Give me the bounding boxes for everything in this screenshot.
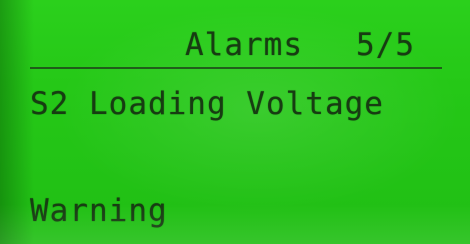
- header-divider: [30, 67, 442, 69]
- page-indicator: 5/5: [356, 27, 415, 63]
- alarm-message: S2 Loading Voltage: [30, 86, 384, 122]
- alarm-severity: Warning: [30, 193, 168, 229]
- screen-title: Alarms: [185, 27, 303, 63]
- lcd-display: Alarms 5/5 S2 Loading Voltage Warning: [0, 0, 470, 244]
